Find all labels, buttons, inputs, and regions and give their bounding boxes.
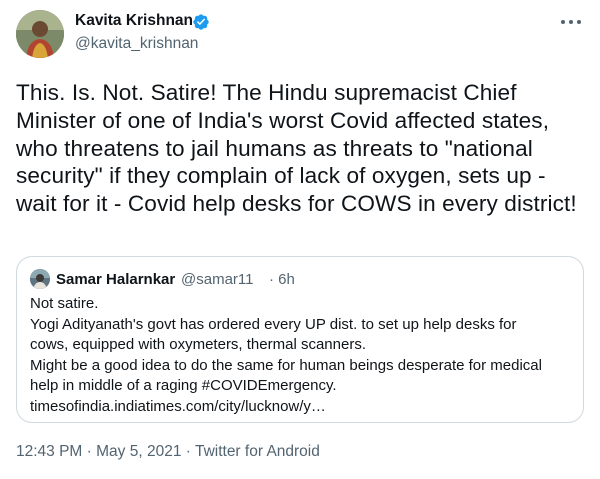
quoted-tweet[interactable]: Samar Halarnkar @samar11 · 6h Not satire… — [16, 256, 584, 423]
tweet-date[interactable]: May 5, 2021 — [96, 443, 181, 460]
tweet-text: This. Is. Not. Satire! The Hindu suprema… — [16, 80, 577, 217]
quoted-text-line: Might be a good idea to do the same for … — [30, 356, 542, 374]
tweet-card: Kavita Krishnan @kavita_krishnan This. I… — [0, 0, 600, 479]
quoted-link[interactable]: timesofindia.indiatimes.com/city/lucknow… — [30, 397, 575, 418]
more-options-icon[interactable] — [560, 18, 582, 26]
meta-separator: · — [181, 443, 195, 460]
quoted-text-line: Yogi Adityanath's govt has ordered every… — [30, 315, 517, 333]
quoted-author-handle[interactable]: @samar11 — [181, 271, 253, 288]
quoted-text-line: Not satire. — [30, 295, 99, 312]
quoted-text-line: cows, equipped with oxymeters, thermal s… — [30, 336, 366, 353]
quoted-author-avatar[interactable] — [30, 269, 50, 289]
tweet-source[interactable]: Twitter for Android — [195, 443, 320, 460]
quoted-text-line: help in middle of a raging #COVIDEmergen… — [30, 377, 337, 394]
tweet-meta: 12:43 PM · May 5, 2021 · Twitter for And… — [16, 443, 320, 461]
quoted-tweet-text: Not satire. Yogi Adityanath's govt has o… — [30, 294, 575, 417]
author-handle[interactable]: @kavita_krishnan — [75, 35, 198, 53]
tweet-time[interactable]: 12:43 PM — [16, 443, 82, 460]
quoted-author-name[interactable]: Samar Halarnkar — [56, 271, 175, 288]
author-name[interactable]: Kavita Krishnan — [75, 12, 193, 30]
quoted-tweet-time[interactable]: · 6h — [269, 271, 295, 288]
verified-badge-icon — [193, 14, 209, 30]
meta-separator: · — [82, 443, 97, 460]
author-avatar[interactable] — [16, 10, 64, 58]
